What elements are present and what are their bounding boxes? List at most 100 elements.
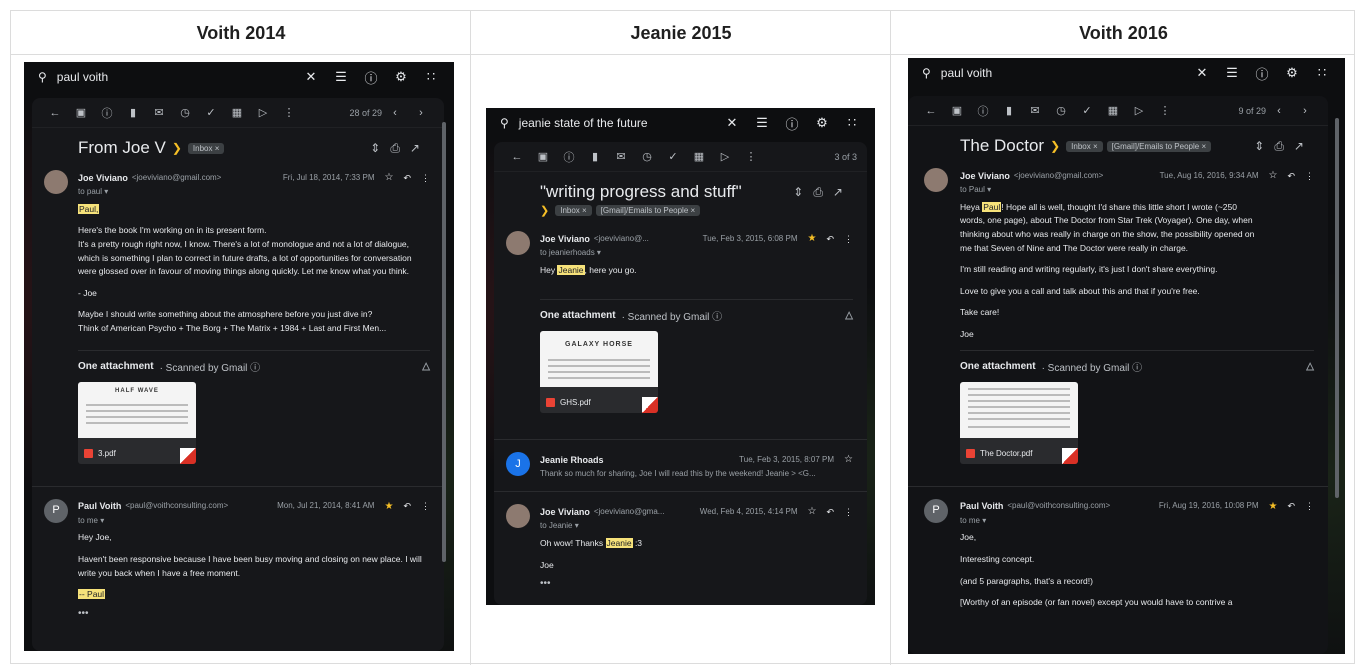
more-icon[interactable]: ⋮ [738, 150, 764, 163]
important-icon[interactable]: ❯ [540, 204, 549, 217]
prev-icon[interactable]: ‹ [382, 107, 408, 119]
snooze-icon[interactable]: ◷ [634, 150, 660, 163]
settings-icon[interactable]: ⚙ [392, 68, 410, 86]
message-jeanie[interactable]: J Jeanie Rhoads Tue, Feb 3, 2015, 8:07 P… [494, 439, 867, 491]
search-icon[interactable]: ⚲ [38, 70, 47, 84]
help-icon[interactable]: ⓘ [783, 114, 801, 132]
recipient[interactable]: to Paul ▾ [960, 184, 1314, 197]
search-bar[interactable]: ⚲ jeanie state of the future ✕ ☰ ⓘ ⚙ ∷ [486, 108, 875, 138]
show-trimmed[interactable]: ••• [540, 576, 853, 592]
reply-icon[interactable]: ↶ [826, 232, 834, 246]
settings-icon[interactable]: ⚙ [1283, 64, 1301, 82]
search-icon[interactable]: ⚲ [500, 116, 509, 130]
drive-icon[interactable]: △ [1306, 361, 1314, 372]
search-input[interactable]: paul voith [941, 66, 1181, 80]
reply-icon[interactable]: ↶ [1287, 169, 1295, 183]
show-trimmed[interactable]: ••• [78, 606, 430, 622]
back-icon[interactable]: ← [42, 107, 68, 119]
snooze-icon[interactable]: ◷ [1048, 104, 1074, 117]
reply-icon[interactable]: ↶ [826, 505, 834, 519]
archive-icon[interactable]: ▣ [530, 150, 556, 163]
label-icon[interactable]: ▷ [1126, 104, 1152, 117]
next-icon[interactable]: › [408, 107, 434, 119]
search-input[interactable]: jeanie state of the future [519, 116, 711, 130]
clear-icon[interactable]: ✕ [1193, 64, 1211, 82]
apps-icon[interactable]: ∷ [843, 114, 861, 132]
label-chip[interactable]: [Gmail]/Emails to People × [1106, 140, 1212, 152]
more-icon[interactable]: ⋮ [276, 106, 302, 119]
star-icon[interactable]: ★ [384, 499, 393, 515]
recipient[interactable]: to Jeanie ▾ [540, 520, 853, 533]
clear-icon[interactable]: ✕ [302, 68, 320, 86]
more-icon[interactable]: ⋮ [421, 171, 430, 185]
filter-icon[interactable]: ☰ [753, 114, 771, 132]
more-icon[interactable]: ⋮ [844, 505, 853, 519]
next-icon[interactable]: › [1292, 105, 1318, 117]
recipient[interactable]: to me ▾ [960, 515, 1314, 528]
more-icon[interactable]: ⋮ [1305, 169, 1314, 183]
subject-actions[interactable]: ⇕⎙↗ [793, 185, 853, 200]
more-icon[interactable]: ⋮ [844, 232, 853, 246]
star-icon[interactable]: ☆ [384, 170, 393, 186]
archive-icon[interactable]: ▣ [68, 106, 94, 119]
back-icon[interactable]: ← [918, 105, 944, 117]
attachment-thumbnail[interactable]: The Doctor.pdf [960, 381, 1078, 464]
move-icon[interactable]: ▦ [686, 150, 712, 163]
apps-icon[interactable]: ∷ [422, 68, 440, 86]
mail-icon[interactable]: ✉ [1022, 104, 1048, 117]
delete-icon[interactable]: ▮ [120, 106, 146, 119]
task-icon[interactable]: ✓ [198, 106, 224, 119]
star-icon[interactable]: ★ [807, 231, 816, 247]
filter-icon[interactable]: ☰ [1223, 64, 1241, 82]
mail-icon[interactable]: ✉ [608, 150, 634, 163]
subject-actions[interactable]: ⇕⎙↗ [370, 141, 430, 156]
recipient[interactable]: to jeanierhoads ▾ [540, 247, 853, 260]
important-icon[interactable]: ❯ [1050, 139, 1060, 153]
reply-icon[interactable]: ↶ [403, 171, 411, 185]
search-bar[interactable]: ⚲ paul voith ✕ ☰ ⓘ ⚙ ∷ [24, 62, 454, 92]
back-icon[interactable]: ← [504, 151, 530, 163]
recipient[interactable]: to paul ▾ [78, 186, 430, 199]
star-icon[interactable]: ☆ [807, 504, 816, 520]
delete-icon[interactable]: ▮ [996, 104, 1022, 117]
spam-icon[interactable]: ⓘ [94, 105, 120, 121]
label-icon[interactable]: ▷ [250, 106, 276, 119]
label-chip[interactable]: Inbox × [187, 142, 225, 154]
more-icon[interactable]: ⋮ [1152, 104, 1178, 117]
more-icon[interactable]: ⋮ [1305, 499, 1314, 513]
label-icon[interactable]: ▷ [712, 150, 738, 163]
search-input[interactable]: paul voith [57, 70, 290, 84]
reply-icon[interactable]: ↶ [403, 499, 411, 513]
attachment-thumbnail[interactable]: GALAXY HORSE GHS.pdf [540, 331, 658, 414]
filter-icon[interactable]: ☰ [332, 68, 350, 86]
mail-icon[interactable]: ✉ [146, 106, 172, 119]
star-icon[interactable]: ☆ [1268, 168, 1277, 184]
delete-icon[interactable]: ▮ [582, 150, 608, 163]
archive-icon[interactable]: ▣ [944, 104, 970, 117]
snooze-icon[interactable]: ◷ [172, 106, 198, 119]
reply-icon[interactable]: ↶ [1287, 499, 1295, 513]
label-chip[interactable]: Inbox × [1066, 140, 1103, 152]
label-chip[interactable]: [Gmail]/Emails to People × [595, 205, 701, 216]
task-icon[interactable]: ✓ [1074, 104, 1100, 117]
drive-icon[interactable]: △ [845, 310, 853, 321]
apps-icon[interactable]: ∷ [1313, 64, 1331, 82]
help-icon[interactable]: ⓘ [1253, 64, 1271, 82]
subject-actions[interactable]: ⇕⎙↗ [1254, 139, 1314, 154]
move-icon[interactable]: ▦ [224, 106, 250, 119]
scrollbar[interactable] [442, 122, 446, 562]
settings-icon[interactable]: ⚙ [813, 114, 831, 132]
more-icon[interactable]: ⋮ [421, 499, 430, 513]
scrollbar[interactable] [1335, 118, 1339, 498]
move-icon[interactable]: ▦ [1100, 104, 1126, 117]
spam-icon[interactable]: ⓘ [970, 103, 996, 119]
help-icon[interactable]: ⓘ [362, 68, 380, 86]
star-icon[interactable]: ★ [1268, 499, 1277, 515]
label-chip[interactable]: Inbox × [555, 205, 592, 216]
clear-icon[interactable]: ✕ [723, 114, 741, 132]
search-icon[interactable]: ⚲ [922, 66, 931, 80]
attachment-thumbnail[interactable]: HALF WAVE 3.pdf [78, 381, 196, 464]
recipient[interactable]: to me ▾ [78, 515, 430, 528]
spam-icon[interactable]: ⓘ [556, 149, 582, 165]
prev-icon[interactable]: ‹ [1266, 105, 1292, 117]
